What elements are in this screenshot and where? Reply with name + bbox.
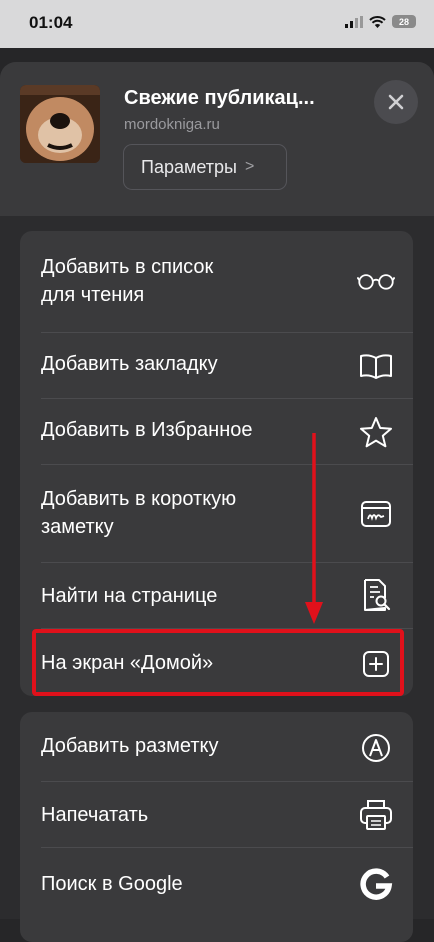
annotation-arrow xyxy=(305,433,323,624)
